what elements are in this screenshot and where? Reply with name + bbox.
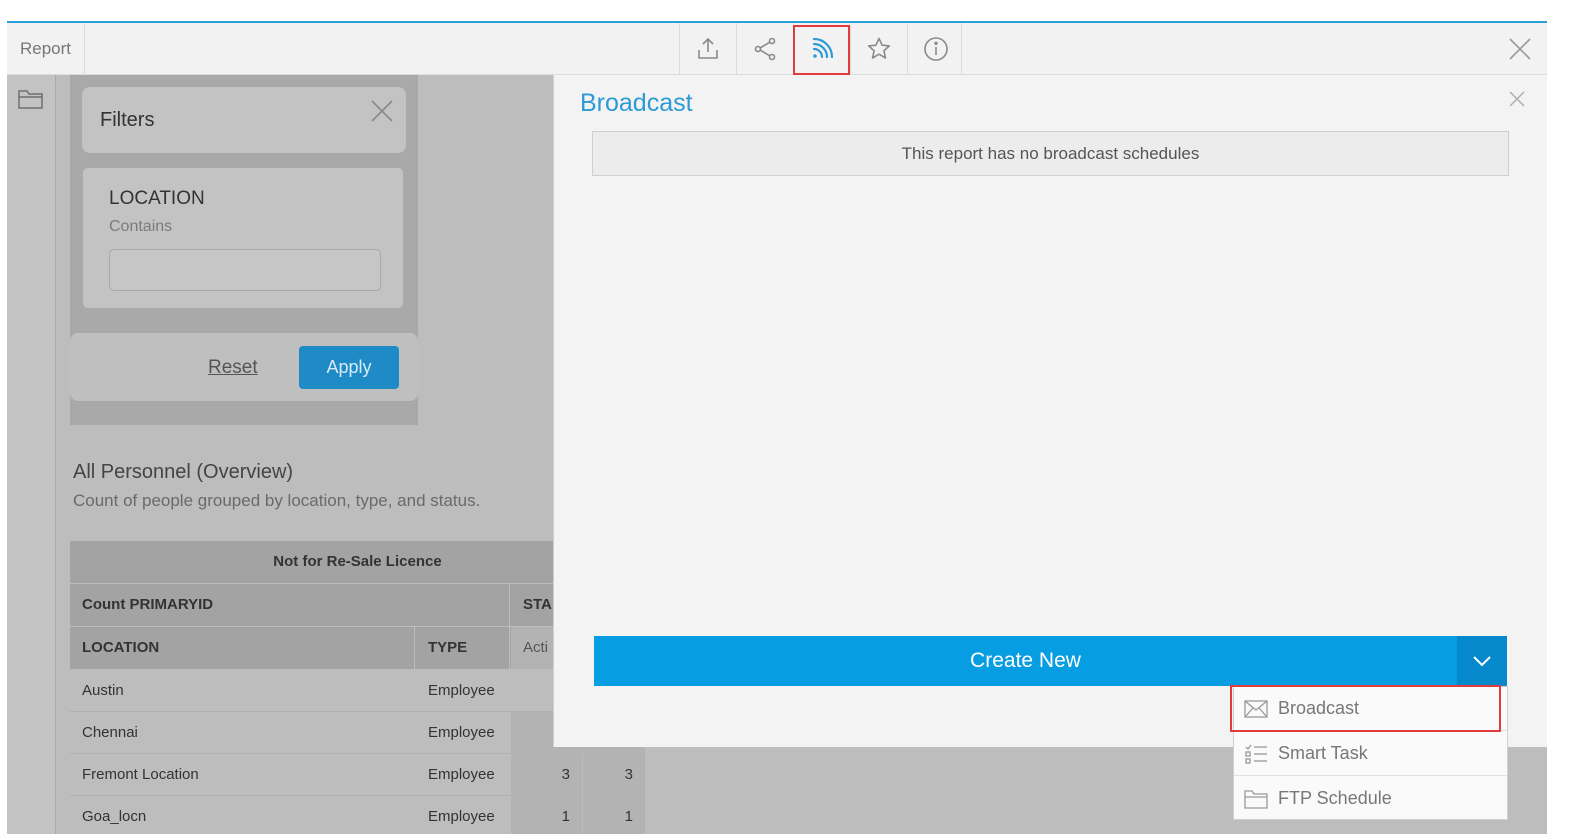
folder-icon[interactable]: [17, 87, 45, 111]
chevron-down-icon: [1473, 656, 1491, 667]
filter-field-name: LOCATION: [109, 188, 205, 209]
row-location: Austin: [82, 682, 124, 699]
close-icon[interactable]: [370, 99, 394, 123]
workspace-edge: [1518, 747, 1547, 834]
row-type: Employee: [428, 724, 495, 741]
upload-export-icon: [698, 37, 718, 59]
row-location: Goa_locn: [82, 808, 147, 825]
reset-link[interactable]: Reset: [208, 357, 258, 379]
report-tab-title: Report: [7, 23, 85, 75]
menu-item-label: Smart Task: [1278, 743, 1368, 763]
filters-header: Filters: [82, 87, 406, 153]
broadcast-panel: Broadcast This report has no broadcast s…: [553, 75, 1547, 747]
report-toolbar: Report: [7, 23, 1547, 75]
report-title: All Personnel (Overview): [73, 461, 294, 483]
location-header: LOCATION: [70, 627, 415, 669]
star-favorite-icon: [867, 37, 891, 59]
share-icon: [754, 37, 776, 61]
type-header: TYPE: [416, 627, 510, 669]
filter-operator: Contains: [109, 218, 173, 235]
menu-item-smart-task[interactable]: Smart Task: [1234, 732, 1507, 776]
close-icon[interactable]: [1507, 36, 1533, 62]
create-new-dropdown-toggle[interactable]: [1457, 636, 1507, 686]
row-location: Fremont Location: [82, 766, 199, 783]
filter-actions: Reset Apply: [70, 333, 418, 401]
table-row: Goa_locn Employee 1 1: [70, 796, 645, 834]
broadcast-panel-title: Broadcast: [580, 89, 693, 117]
broadcast-highlight-box: [793, 25, 850, 75]
location-filter-card: LOCATION Contains: [82, 167, 404, 309]
broadcast-menu-highlight-box: [1230, 685, 1501, 732]
task-list-icon: [1245, 744, 1267, 764]
row-value: 3: [511, 754, 583, 796]
folder-icon: [1244, 790, 1268, 809]
row-type: Employee: [428, 682, 495, 699]
create-new-button[interactable]: Create New: [594, 636, 1507, 686]
location-filter-input[interactable]: [109, 249, 381, 291]
no-schedules-message: This report has no broadcast schedules: [592, 131, 1509, 176]
close-icon[interactable]: [1509, 91, 1525, 107]
create-new-label[interactable]: Create New: [594, 636, 1457, 686]
info-button[interactable]: [907, 23, 964, 75]
row-location: Chennai: [82, 724, 138, 741]
share-button[interactable]: [736, 23, 793, 75]
row-value: 1: [511, 796, 583, 834]
table-row: Fremont Location Employee 3 3: [70, 754, 645, 796]
report-subtitle: Count of people grouped by location, typ…: [73, 491, 481, 510]
filters-panel: Filters LOCATION Contains Reset Apply: [70, 75, 418, 425]
left-sidebar: [7, 75, 56, 834]
favorite-button[interactable]: [850, 23, 907, 75]
export-button[interactable]: [679, 23, 736, 75]
apply-button[interactable]: Apply: [299, 346, 399, 389]
row-type: Employee: [428, 766, 495, 783]
row-type: Employee: [428, 808, 495, 825]
row-value: 1: [583, 796, 645, 834]
menu-item-label: FTP Schedule: [1278, 788, 1392, 808]
toolbar-divider: [961, 23, 962, 75]
menu-item-ftp-schedule[interactable]: FTP Schedule: [1234, 777, 1507, 821]
row-value: 3: [583, 754, 645, 796]
measure-header: Count PRIMARYID: [70, 584, 510, 626]
info-icon: [924, 37, 948, 61]
filters-title: Filters: [100, 109, 155, 131]
